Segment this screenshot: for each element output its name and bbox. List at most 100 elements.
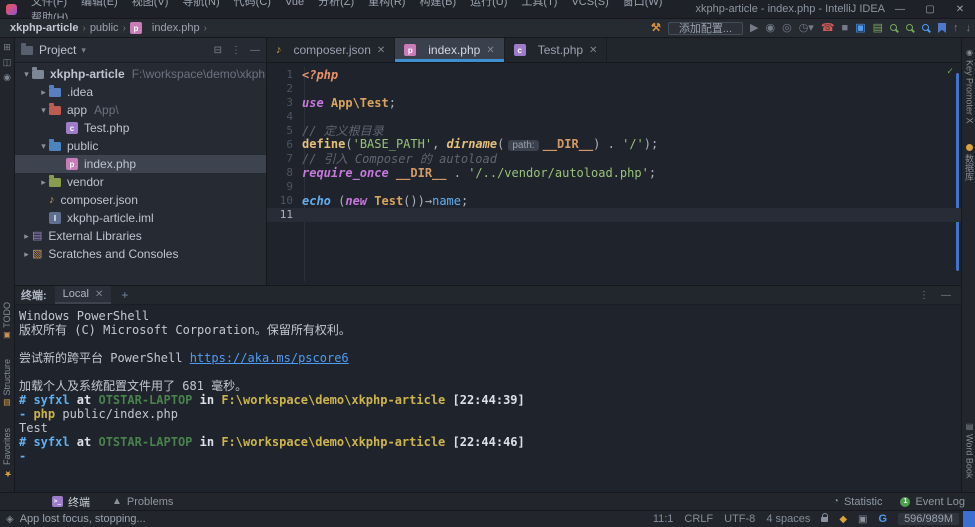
hide-panel-icon[interactable]: — — [250, 45, 260, 56]
menu-item-3[interactable]: 导航(N) — [175, 0, 226, 9]
tree-expanded-arrow[interactable]: ▾ — [21, 69, 32, 80]
tree-item-xkphp-article.iml[interactable]: Ixkphp-article.iml — [15, 209, 266, 227]
code-line-4: 4 — [267, 110, 961, 124]
menu-item-5[interactable]: Vue — [278, 0, 311, 9]
tree-item-External Libraries[interactable]: ▸▤External Libraries — [15, 227, 266, 245]
menu-item-4[interactable]: 代码(C) — [227, 0, 278, 9]
wordbook-toolwindow-button[interactable]: ▤Word Book — [965, 422, 975, 478]
menu-item-10[interactable]: 工具(T) — [514, 0, 564, 9]
run-console-icon[interactable]: ▤ — [873, 23, 883, 34]
todo-toolwindow-button[interactable]: ▣TODO — [2, 302, 12, 340]
menu-item-2[interactable]: 视图(V) — [125, 0, 176, 9]
close-icon[interactable] — [945, 0, 975, 18]
search-icon[interactable] — [890, 24, 899, 33]
key-promoter-toolwindow-button[interactable]: ◉Key Promoter X — [965, 48, 975, 124]
caret-position[interactable]: 11:1 — [653, 513, 674, 525]
scratches-icon: ▧ — [32, 249, 42, 260]
code-line-6: 6define('BASE_PATH', dirname(path:__DIR_… — [267, 138, 961, 152]
menu-item-7[interactable]: 重构(R) — [361, 0, 412, 9]
close-icon[interactable]: ✕ — [95, 289, 103, 300]
close-icon[interactable]: ✕ — [486, 45, 494, 56]
line-ending-selector[interactable]: CRLF — [684, 513, 713, 525]
code-editor[interactable]: ✓ 1<?php23use App\Test;45// 定义根目录6define… — [267, 63, 961, 285]
settings-stripe-icon[interactable]: ◉ — [3, 72, 11, 83]
tree-item-.idea[interactable]: ▸.idea — [15, 83, 266, 101]
tree-collapsed-arrow[interactable]: ▸ — [38, 177, 49, 188]
breadcrumb-item-public[interactable]: public — [90, 22, 119, 34]
php-elephant-icon: p — [130, 22, 142, 34]
bookmark-icon[interactable] — [938, 23, 946, 33]
problems-toolwindow-button[interactable]: ▲ Problems — [112, 496, 173, 508]
commit-stripe-icon[interactable]: ◫ — [3, 57, 12, 68]
more-options-icon[interactable]: ⋮ — [231, 45, 241, 56]
menu-item-9[interactable]: 运行(U) — [463, 0, 514, 9]
editor-column: ♪composer.json✕pindex.php✕cTest.php✕ ✓ 1… — [267, 38, 961, 285]
build-hammer-icon[interactable]: ⚒ — [651, 23, 661, 34]
editor-tab-Test.php[interactable]: cTest.php✕ — [505, 38, 608, 62]
tree-item-vendor[interactable]: ▸vendor — [15, 173, 266, 191]
coverage-icon[interactable]: ◎ — [782, 23, 792, 34]
minimize-icon[interactable] — [885, 0, 915, 18]
tree-item-Test.php[interactable]: cTest.php — [15, 119, 266, 137]
debug-icon[interactable]: ◉ — [765, 23, 775, 34]
tree-item-public[interactable]: ▾public — [15, 137, 266, 155]
indent-selector[interactable]: 4 spaces — [766, 513, 810, 525]
statistic-toolwindow-button[interactable]: ◔ Statistic — [833, 496, 883, 508]
collapse-all-icon[interactable]: ⊟ — [214, 45, 222, 56]
tree-collapsed-arrow[interactable]: ▸ — [38, 87, 49, 98]
menu-item-6[interactable]: 分析(Z) — [311, 0, 361, 9]
editor-tab-index.php[interactable]: pindex.php✕ — [395, 38, 504, 62]
project-stripe-icon[interactable]: ⊞ — [3, 42, 11, 53]
new-terminal-icon[interactable]: + — [121, 288, 128, 302]
hide-panel-icon[interactable]: — — [941, 290, 951, 301]
more-options-icon[interactable]: ⋮ — [919, 290, 929, 301]
tree-item-app[interactable]: ▾appApp\ — [15, 101, 266, 119]
breadcrumb-item-xkphp-article[interactable]: xkphp-article — [10, 22, 78, 34]
encoding-selector[interactable]: UTF-8 — [724, 513, 755, 525]
breadcrumb-item-index.php[interactable]: pindex.php — [130, 22, 200, 34]
clock-icon: ◔ — [833, 496, 839, 507]
tree-collapsed-arrow[interactable]: ▸ — [21, 231, 32, 242]
menu-item-11[interactable]: VCS(S) — [564, 0, 615, 9]
replace-icon[interactable] — [906, 24, 915, 33]
favorites-toolwindow-button[interactable]: ★Favorites — [2, 428, 12, 478]
terminal-toolwindow-button[interactable]: >_ 终端 — [52, 494, 90, 510]
tree-item-index.php[interactable]: pindex.php — [15, 155, 266, 173]
google-translate-icon[interactable]: G — [879, 513, 888, 525]
structure-toolwindow-button[interactable]: ▤Structure — [2, 359, 12, 408]
attach-debugger-icon[interactable]: ☎ — [821, 23, 835, 34]
tree-expanded-arrow[interactable]: ▾ — [38, 105, 49, 116]
next-occurrence-icon[interactable]: ↓ — [966, 23, 972, 34]
maximize-icon[interactable] — [915, 0, 945, 18]
terminal-tab-local[interactable]: Local ✕ — [55, 286, 112, 304]
line-number: 3 — [267, 96, 302, 110]
editor-tab-composer.json[interactable]: ♪composer.json✕ — [267, 38, 395, 62]
close-icon[interactable]: ✕ — [589, 45, 597, 56]
database-icon — [966, 144, 973, 151]
menu-item-8[interactable]: 构建(B) — [412, 0, 463, 9]
profiler-icon[interactable]: ◷▾ — [799, 23, 814, 34]
run-configurations-dropdown[interactable]: 添加配置... — [668, 22, 743, 35]
terminal-output[interactable]: Windows PowerShell版权所有 (C) Microsoft Cor… — [15, 305, 961, 492]
tree-item-composer.json[interactable]: ♪composer.json — [15, 191, 266, 209]
find-in-files-icon[interactable] — [922, 24, 931, 33]
terminal-link[interactable]: https://aka.ms/pscore6 — [190, 351, 349, 365]
tree-item-path: App\ — [94, 103, 119, 117]
project-panel-header[interactable]: Project ▾ ⊟ ⋮ — — [15, 38, 266, 63]
copy-reference-icon[interactable]: ▣ — [855, 23, 865, 34]
tree-expanded-arrow[interactable]: ▾ — [38, 141, 49, 152]
database-toolwindow-button[interactable]: 数据库 — [963, 144, 975, 181]
editor-tab-bar: ♪composer.json✕pindex.php✕cTest.php✕ — [267, 38, 961, 63]
menu-item-1[interactable]: 编辑(E) — [74, 0, 125, 9]
tree-item-xkphp-article[interactable]: ▾xkphp-articleF:\workspace\demo\xkphp-ar… — [15, 65, 266, 83]
lock-icon[interactable] — [821, 517, 828, 522]
tree-item-Scratches and Consoles[interactable]: ▸▧Scratches and Consoles — [15, 245, 266, 263]
close-icon[interactable]: ✕ — [377, 45, 385, 56]
memory-indicator[interactable]: 596/989M — [898, 513, 959, 525]
run-icon[interactable]: ▶ — [750, 23, 758, 34]
tree-collapsed-arrow[interactable]: ▸ — [21, 249, 32, 260]
prev-occurrence-icon[interactable]: ↑ — [953, 23, 959, 34]
menu-item-0[interactable]: 文件(F) — [24, 0, 74, 9]
event-log-button[interactable]: 1 Event Log — [900, 496, 965, 508]
menu-item-12[interactable]: 窗口(W) — [616, 0, 670, 9]
